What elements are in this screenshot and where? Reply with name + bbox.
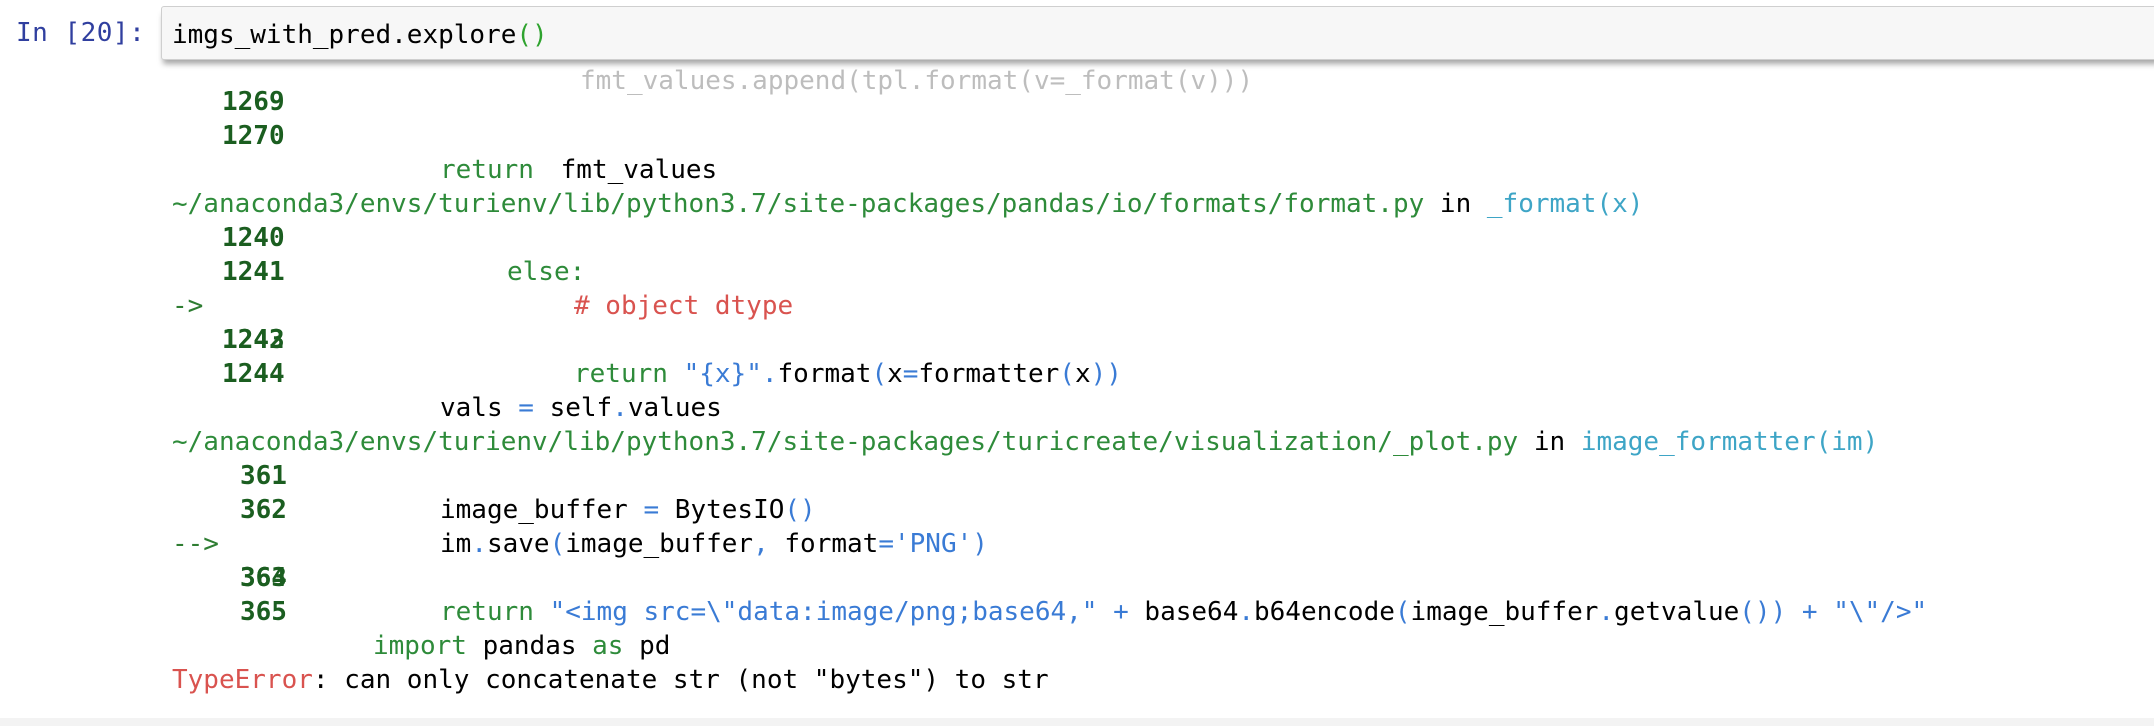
traceback-line: 365 import pandas as pd bbox=[240, 597, 671, 661]
traceback-output: fmt_values.append(tpl.format(v=_format(v… bbox=[0, 60, 2154, 720]
traceback-line: 361 image_buffer = BytesIO() bbox=[240, 461, 816, 525]
traceback-function: _format(x) bbox=[1486, 189, 1644, 219]
traceback-line: 1241 # object dtype bbox=[222, 257, 794, 321]
traceback-line: 1270 return fmt_values bbox=[222, 121, 718, 185]
traceback-line: 1244 vals = self.values bbox=[222, 359, 722, 423]
input-parens: () bbox=[516, 20, 548, 50]
code-input-area[interactable]: imgs_with_pred.explore() bbox=[161, 6, 2154, 60]
input-prompt: In [20]: bbox=[16, 18, 146, 48]
traceback-frame-header: ~/anaconda3/envs/turienv/lib/python3.7/s… bbox=[172, 427, 1879, 457]
traceback-current-line: -> 1242 return "{x}".format(x=formatter(… bbox=[172, 291, 1122, 389]
error-type: TypeError bbox=[172, 665, 313, 695]
cell-bottom-border bbox=[0, 718, 2154, 726]
traceback-line: 364 bbox=[240, 563, 287, 593]
traceback-line: 1240 else: bbox=[222, 223, 586, 287]
traceback-line: 1269 bbox=[222, 87, 285, 117]
input-code-text[interactable]: imgs_with_pred.explore() bbox=[172, 20, 548, 50]
error-text: : can only concatenate str (not "bytes")… bbox=[312, 665, 1049, 695]
traceback-file-path: ~/anaconda3/envs/turienv/lib/python3.7/s… bbox=[172, 189, 1425, 219]
traceback-function: image_formatter(im) bbox=[1580, 427, 1879, 457]
error-message: TypeError: can only concatenate str (not… bbox=[0, 629, 1049, 695]
traceback-frame-header: ~/anaconda3/envs/turienv/lib/python3.7/s… bbox=[172, 189, 1644, 219]
traceback-current-line: --> 363 return "<img src=\"data:image/pn… bbox=[172, 529, 1928, 627]
traceback-line: 1243 bbox=[222, 325, 285, 355]
traceback-file-path: ~/anaconda3/envs/turienv/lib/python3.7/s… bbox=[172, 427, 1519, 457]
traceback-line: 362 im.save(image_buffer, format='PNG') bbox=[240, 495, 988, 559]
input-code: imgs_with_pred.explore bbox=[172, 20, 517, 50]
notebook-cell: In [20]: imgs_with_pred.explore() fmt_va… bbox=[0, 0, 2154, 726]
